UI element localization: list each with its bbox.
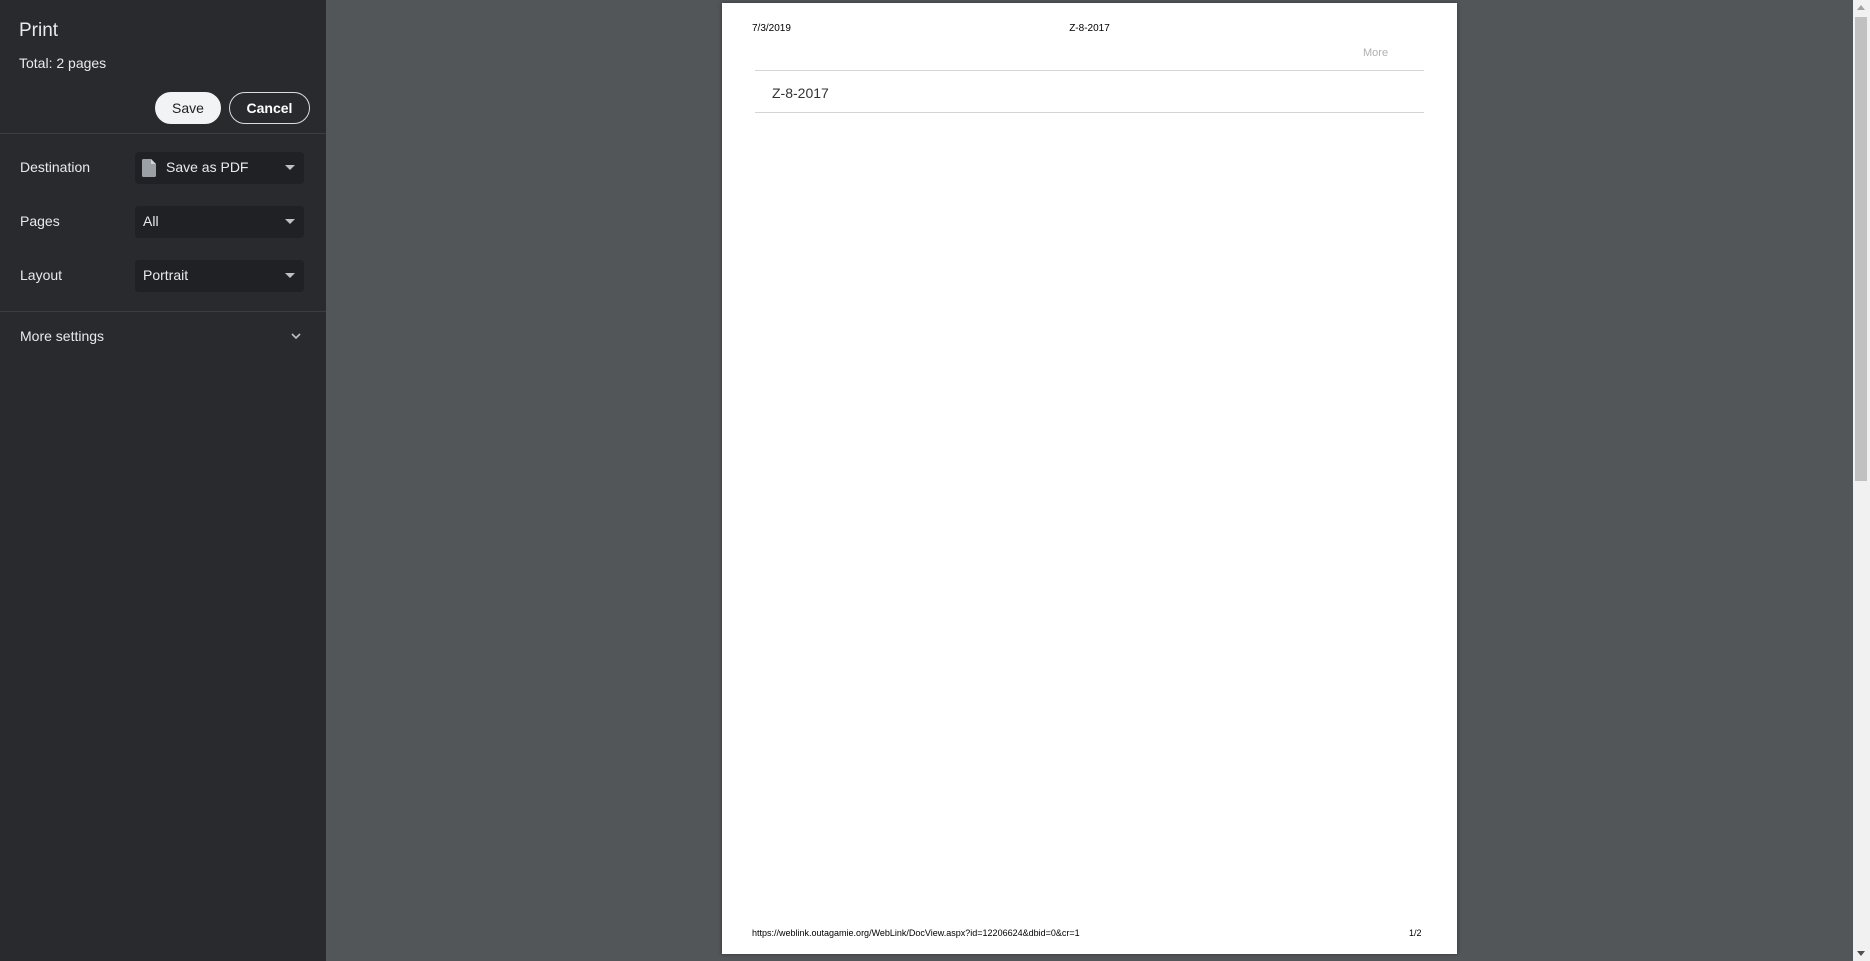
- dropdown-arrow-icon: [285, 273, 295, 278]
- scroll-down-arrow-icon[interactable]: [1857, 951, 1865, 956]
- layout-select[interactable]: Portrait: [135, 260, 304, 292]
- layout-value: Portrait: [143, 267, 189, 283]
- sidebar-header: Print Total: 2 pages Save Cancel: [0, 0, 326, 133]
- print-preview-area: 7/3/2019 Z-8-2017 More Z-8-2017 https://…: [326, 0, 1853, 961]
- dialog-title: Print: [19, 20, 59, 41]
- header-divider: [0, 133, 326, 134]
- pages-select[interactable]: All: [135, 206, 304, 238]
- preview-page: 7/3/2019 Z-8-2017 More Z-8-2017 https://…: [722, 3, 1457, 954]
- vertical-scrollbar[interactable]: [1853, 0, 1870, 961]
- pdf-file-icon: [142, 159, 156, 177]
- settings-divider: [0, 311, 326, 312]
- dropdown-arrow-icon: [285, 165, 295, 170]
- page-footer-number: 1/2: [1409, 928, 1422, 938]
- page-top-rule: [755, 70, 1424, 71]
- page-footer-url: https://weblink.outagamie.org/WebLink/Do…: [752, 928, 1080, 938]
- total-pages: Total: 2 pages: [19, 55, 107, 71]
- destination-select[interactable]: Save as PDF: [135, 152, 304, 184]
- page-title-rule: [755, 112, 1424, 113]
- destination-label: Destination: [20, 159, 91, 175]
- cancel-button[interactable]: Cancel: [229, 92, 310, 124]
- page-more-link: More: [1363, 47, 1389, 59]
- page-document-title: Z-8-2017: [772, 85, 829, 101]
- more-settings-label: More settings: [20, 328, 105, 344]
- scroll-up-arrow-icon[interactable]: [1857, 5, 1865, 10]
- pages-setting: Pages All: [0, 206, 326, 238]
- dropdown-arrow-icon: [285, 219, 295, 224]
- save-button[interactable]: Save: [155, 92, 221, 124]
- destination-setting: Destination Save as PDF: [0, 152, 326, 184]
- scroll-thumb[interactable]: [1855, 17, 1867, 481]
- pages-value: All: [143, 213, 159, 229]
- print-sidebar: Print Total: 2 pages Save Cancel Destina…: [0, 0, 326, 961]
- layout-setting: Layout Portrait: [0, 260, 326, 292]
- page-header-title: Z-8-2017: [1069, 23, 1110, 34]
- destination-value: Save as PDF: [166, 159, 249, 175]
- layout-label: Layout: [20, 267, 63, 283]
- chevron-down-icon: [291, 333, 301, 340]
- pages-label: Pages: [20, 213, 60, 229]
- more-settings-toggle[interactable]: More settings: [0, 320, 326, 352]
